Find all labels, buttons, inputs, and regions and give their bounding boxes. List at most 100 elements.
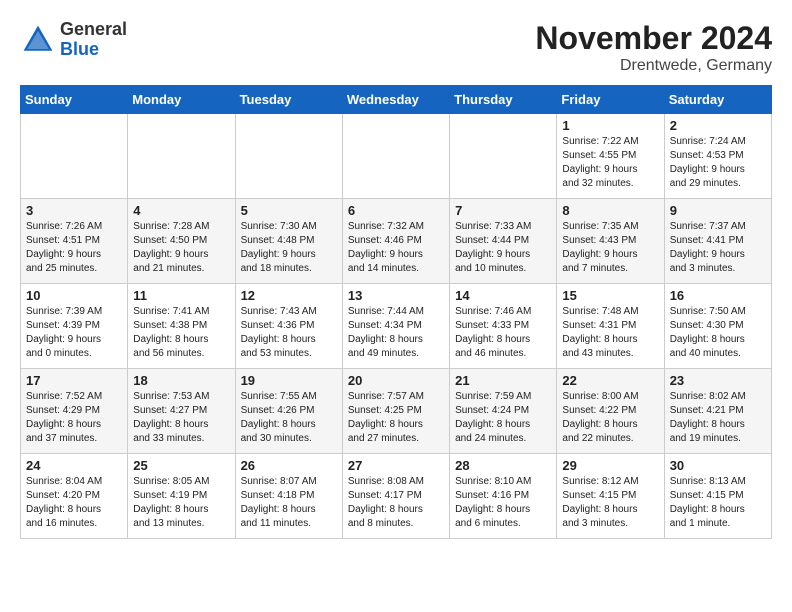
day-number: 28 — [455, 458, 551, 473]
day-number: 18 — [133, 373, 229, 388]
day-number: 25 — [133, 458, 229, 473]
weekday-header: Thursday — [450, 86, 557, 114]
day-number: 16 — [670, 288, 766, 303]
calendar-cell: 21 Sunrise: 7:59 AM Sunset: 4:24 PM Dayli… — [450, 369, 557, 454]
day-number: 8 — [562, 203, 658, 218]
day-number: 23 — [670, 373, 766, 388]
day-info: Sunrise: 7:52 AM Sunset: 4:29 PM Dayligh… — [26, 390, 122, 446]
day-number: 30 — [670, 458, 766, 473]
day-info: Sunrise: 7:55 AM Sunset: 4:26 PM Dayligh… — [241, 390, 337, 446]
calendar-cell: 6Sunrise: 7:32 AM Sunset: 4:46 PM Daylig… — [342, 199, 449, 284]
logo-text: General Blue — [60, 20, 127, 60]
day-number: 24 — [26, 458, 122, 473]
day-number: 13 — [348, 288, 444, 303]
weekday-header: Friday — [557, 86, 664, 114]
day-info: Sunrise: 7:41 AM Sunset: 4:38 PM Dayligh… — [133, 305, 229, 361]
day-number: 22 — [562, 373, 658, 388]
page-header: General Blue November 2024 Drentwede, Ge… — [20, 20, 772, 75]
day-info: Sunrise: 7:53 AM Sunset: 4:27 PM Dayligh… — [133, 390, 229, 446]
calendar-cell: 3 Sunrise: 7:26 AM Sunset: 4:51 PM Daylig… — [21, 199, 128, 284]
weekday-header: Wednesday — [342, 86, 449, 114]
weekday-header: Tuesday — [235, 86, 342, 114]
day-info: Sunrise: 7:57 AM Sunset: 4:25 PM Dayligh… — [348, 390, 444, 446]
calendar-week-row: 17Sunrise: 7:52 AM Sunset: 4:29 PM Dayli… — [21, 369, 772, 454]
day-info: Sunrise: 8:12 AM Sunset: 4:15 PM Dayligh… — [562, 475, 658, 531]
day-info: Sunrise: 7:37 AM Sunset: 4:41 PM Dayligh… — [670, 220, 766, 276]
day-number: 5 — [241, 203, 337, 218]
calendar-cell: 18 Sunrise: 7:53 AM Sunset: 4:27 PM Dayli… — [128, 369, 235, 454]
day-info: Sunrise: 7:35 AM Sunset: 4:43 PM Dayligh… — [562, 220, 658, 276]
day-info: Sunrise: 7:50 AM Sunset: 4:30 PM Dayligh… — [670, 305, 766, 361]
day-number: 9 — [670, 203, 766, 218]
calendar-cell — [21, 114, 128, 199]
day-number: 12 — [241, 288, 337, 303]
calendar-cell: 25 Sunrise: 8:05 AM Sunset: 4:19 PM Dayli… — [128, 454, 235, 539]
day-number: 21 — [455, 373, 551, 388]
calendar-cell: 8 Sunrise: 7:35 AM Sunset: 4:43 PM Daylig… — [557, 199, 664, 284]
day-number: 2 — [670, 118, 766, 133]
calendar-header-row: SundayMondayTuesdayWednesdayThursdayFrid… — [21, 86, 772, 114]
calendar-cell: 11 Sunrise: 7:41 AM Sunset: 4:38 PM Dayli… — [128, 284, 235, 369]
day-info: Sunrise: 7:46 AM Sunset: 4:33 PM Dayligh… — [455, 305, 551, 361]
day-number: 1 — [562, 118, 658, 133]
day-info: Sunrise: 7:59 AM Sunset: 4:24 PM Dayligh… — [455, 390, 551, 446]
day-info: Sunrise: 7:28 AM Sunset: 4:50 PM Dayligh… — [133, 220, 229, 276]
day-info: Sunrise: 8:07 AM Sunset: 4:18 PM Dayligh… — [241, 475, 337, 531]
day-info: Sunrise: 7:24 AM Sunset: 4:53 PM Dayligh… — [670, 135, 766, 191]
calendar-cell: 22 Sunrise: 8:00 AM Sunset: 4:22 PM Dayli… — [557, 369, 664, 454]
day-info: Sunrise: 8:10 AM Sunset: 4:16 PM Dayligh… — [455, 475, 551, 531]
logo: General Blue — [20, 20, 127, 60]
calendar-week-row: 10 Sunrise: 7:39 AM Sunset: 4:39 PM Dayli… — [21, 284, 772, 369]
calendar-cell: 30 Sunrise: 8:13 AM Sunset: 4:15 PM Dayli… — [664, 454, 771, 539]
day-number: 4 — [133, 203, 229, 218]
day-number: 19 — [241, 373, 337, 388]
calendar-cell — [342, 114, 449, 199]
calendar-cell: 29 Sunrise: 8:12 AM Sunset: 4:15 PM Dayli… — [557, 454, 664, 539]
day-number: 26 — [241, 458, 337, 473]
calendar-cell: 5 Sunrise: 7:30 AM Sunset: 4:48 PM Daylig… — [235, 199, 342, 284]
calendar-cell: 13Sunrise: 7:44 AM Sunset: 4:34 PM Dayli… — [342, 284, 449, 369]
day-info: Sunrise: 7:33 AM Sunset: 4:44 PM Dayligh… — [455, 220, 551, 276]
calendar-cell: 23 Sunrise: 8:02 AM Sunset: 4:21 PM Dayli… — [664, 369, 771, 454]
calendar-cell: 1 Sunrise: 7:22 AM Sunset: 4:55 PM Daylig… — [557, 114, 664, 199]
day-info: Sunrise: 8:05 AM Sunset: 4:19 PM Dayligh… — [133, 475, 229, 531]
calendar-cell — [235, 114, 342, 199]
calendar-table: SundayMondayTuesdayWednesdayThursdayFrid… — [20, 85, 772, 539]
calendar-week-row: 1 Sunrise: 7:22 AM Sunset: 4:55 PM Daylig… — [21, 114, 772, 199]
day-info: Sunrise: 7:30 AM Sunset: 4:48 PM Dayligh… — [241, 220, 337, 276]
day-number: 3 — [26, 203, 122, 218]
calendar-cell: 20 Sunrise: 7:57 AM Sunset: 4:25 PM Dayli… — [342, 369, 449, 454]
day-number: 27 — [348, 458, 444, 473]
calendar-week-row: 24Sunrise: 8:04 AM Sunset: 4:20 PM Dayli… — [21, 454, 772, 539]
calendar-cell: 14Sunrise: 7:46 AM Sunset: 4:33 PM Dayli… — [450, 284, 557, 369]
title-block: November 2024 Drentwede, Germany — [535, 20, 772, 75]
logo-blue: Blue — [60, 39, 99, 59]
day-info: Sunrise: 8:02 AM Sunset: 4:21 PM Dayligh… — [670, 390, 766, 446]
weekday-header: Sunday — [21, 86, 128, 114]
day-info: Sunrise: 8:00 AM Sunset: 4:22 PM Dayligh… — [562, 390, 658, 446]
day-number: 15 — [562, 288, 658, 303]
day-info: Sunrise: 7:39 AM Sunset: 4:39 PM Dayligh… — [26, 305, 122, 361]
day-number: 29 — [562, 458, 658, 473]
calendar-cell: 2 Sunrise: 7:24 AM Sunset: 4:53 PM Daylig… — [664, 114, 771, 199]
calendar-cell: 26 Sunrise: 8:07 AM Sunset: 4:18 PM Dayli… — [235, 454, 342, 539]
day-info: Sunrise: 7:22 AM Sunset: 4:55 PM Dayligh… — [562, 135, 658, 191]
calendar-cell: 4 Sunrise: 7:28 AM Sunset: 4:50 PM Daylig… — [128, 199, 235, 284]
day-info: Sunrise: 7:26 AM Sunset: 4:51 PM Dayligh… — [26, 220, 122, 276]
calendar-cell: 10 Sunrise: 7:39 AM Sunset: 4:39 PM Dayli… — [21, 284, 128, 369]
day-number: 11 — [133, 288, 229, 303]
day-info: Sunrise: 7:43 AM Sunset: 4:36 PM Dayligh… — [241, 305, 337, 361]
day-info: Sunrise: 8:08 AM Sunset: 4:17 PM Dayligh… — [348, 475, 444, 531]
calendar-cell: 27 Sunrise: 8:08 AM Sunset: 4:17 PM Dayli… — [342, 454, 449, 539]
logo-general: General — [60, 19, 127, 39]
day-info: Sunrise: 7:32 AM Sunset: 4:46 PM Dayligh… — [348, 220, 444, 276]
calendar-cell: 7Sunrise: 7:33 AM Sunset: 4:44 PM Daylig… — [450, 199, 557, 284]
day-number: 20 — [348, 373, 444, 388]
day-info: Sunrise: 8:13 AM Sunset: 4:15 PM Dayligh… — [670, 475, 766, 531]
location: Drentwede, Germany — [535, 57, 772, 75]
day-number: 10 — [26, 288, 122, 303]
calendar-cell: 24Sunrise: 8:04 AM Sunset: 4:20 PM Dayli… — [21, 454, 128, 539]
calendar-cell: 28 Sunrise: 8:10 AM Sunset: 4:16 PM Dayli… — [450, 454, 557, 539]
weekday-header: Saturday — [664, 86, 771, 114]
month-title: November 2024 — [535, 20, 772, 57]
